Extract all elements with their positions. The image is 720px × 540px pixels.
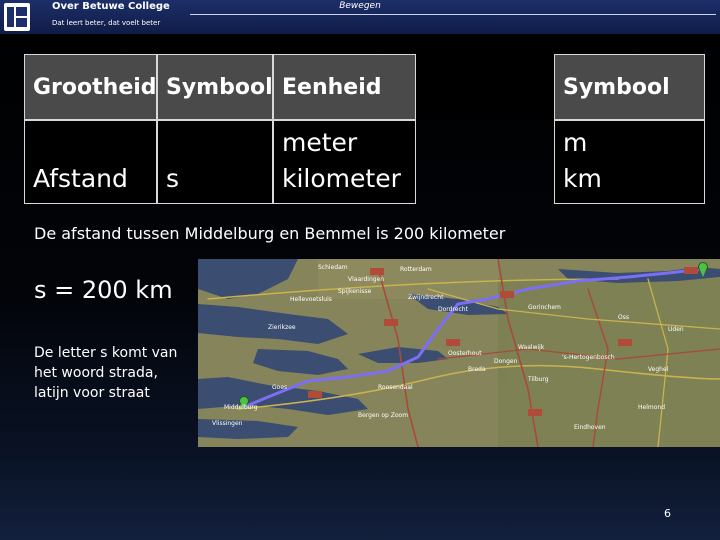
cell-units: meter kilometer xyxy=(273,120,416,204)
map-label: Oss xyxy=(618,314,629,321)
map-label: Goes xyxy=(272,384,287,391)
map-label: Vlaardingen xyxy=(348,276,384,283)
page-number: 6 xyxy=(664,507,671,520)
symbol-s: s xyxy=(166,164,180,193)
header-unit-symbool: Symbool xyxy=(554,54,705,120)
quantity-afstand: Afstand xyxy=(33,164,128,193)
quantity-table: Grootheid Symbool Eenheid Symbool Afstan… xyxy=(24,54,705,204)
map-label: Vlissingen xyxy=(212,420,243,427)
map-label: Breda xyxy=(468,366,486,373)
distance-statement: De afstand tussen Middelburg en Bemmel i… xyxy=(34,224,506,243)
map-label: Gorinchem xyxy=(528,304,561,311)
header-bar: Over Betuwe College Dat leert beter, dat… xyxy=(0,0,720,34)
header-symbool: Symbool xyxy=(157,54,273,120)
cell-unit-symbols: m km xyxy=(554,120,705,204)
distance-formula: s = 200 km xyxy=(34,276,173,304)
map-label: Middelburg xyxy=(224,404,258,411)
unit-symbol-km: km xyxy=(563,164,602,193)
map-label: Bergen op Zoom xyxy=(358,412,408,419)
map-label: Veghel xyxy=(648,366,669,373)
slide-title: Bewegen xyxy=(339,1,381,11)
map-label: Tilburg xyxy=(527,376,549,383)
header-divider xyxy=(190,14,716,15)
map-label: Dordrecht xyxy=(438,306,469,313)
college-slogan: Dat leert beter, dat voelt beter xyxy=(52,19,161,27)
header-eenheid: Eenheid xyxy=(273,54,416,120)
unit-meter: meter xyxy=(282,128,358,157)
map-label: Rotterdam xyxy=(400,266,432,273)
map-label: Roosendaal xyxy=(378,384,413,391)
route-map: Rotterdam Vlaardingen Dordrecht Zwijndre… xyxy=(198,259,720,447)
cell-quantity: Afstand xyxy=(24,120,157,204)
map-label: 's-Hertogenbosch xyxy=(562,354,615,361)
cell-symbol: s xyxy=(157,120,273,204)
map-label: Zierikzee xyxy=(268,324,296,331)
map-label: Waalwijk xyxy=(518,344,545,351)
map-label: Uden xyxy=(668,326,684,333)
header-gap xyxy=(416,54,554,120)
map-label: Hellevoetsluis xyxy=(290,296,332,303)
header-grootheid: Grootheid xyxy=(24,54,157,120)
map-label: Spijkenisse xyxy=(338,288,372,295)
map-label: Dongen xyxy=(494,358,518,365)
map-label: Schiedam xyxy=(318,264,348,271)
map-label: Helmond xyxy=(638,404,665,411)
unit-kilometer: kilometer xyxy=(282,164,401,193)
map-label: Oosterhout xyxy=(448,350,482,357)
etymology-note: De letter s komt van het woord strada, l… xyxy=(34,345,178,401)
map-label: Zwijndrecht xyxy=(408,294,444,301)
map-graphic: Rotterdam Vlaardingen Dordrecht Zwijndre… xyxy=(198,259,720,447)
map-label: Eindhoven xyxy=(574,424,606,431)
unit-symbol-m: m xyxy=(563,128,588,157)
